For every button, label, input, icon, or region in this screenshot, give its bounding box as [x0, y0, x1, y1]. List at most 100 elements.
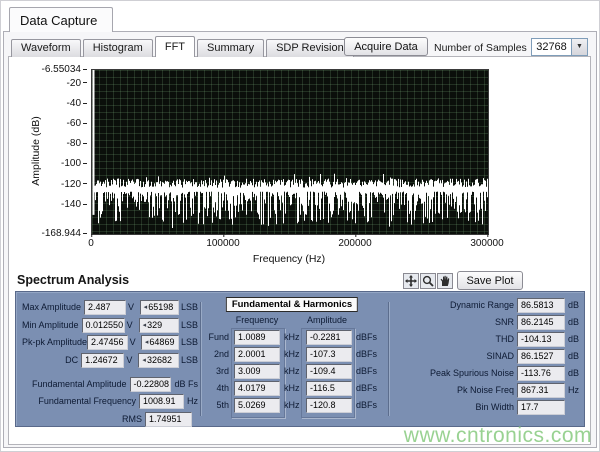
pk-noise-freq-field[interactable]: 867.31 [517, 383, 565, 398]
samples-value: 32768 [532, 39, 571, 55]
harmonic-name: 3rd [206, 364, 229, 379]
fundamental-frequency-field[interactable]: 1008.91 [139, 394, 184, 409]
h5-frequency-field[interactable]: 5.0269 [234, 398, 280, 413]
khz-unit: kHz [284, 347, 302, 362]
lsb-value: 32682 [147, 355, 172, 365]
dc-lsb-field[interactable]: ◂32682 [138, 353, 179, 368]
db-unit: dB [568, 315, 579, 330]
acquire-data-button[interactable]: Acquire Data [344, 37, 428, 56]
snr-label: SNR [394, 315, 514, 330]
pkpk-amplitude-volts-field[interactable]: 2.47456 [87, 335, 128, 350]
rms-label: RMS [22, 412, 142, 427]
tab-bar: Waveform Histogram FFT Summary SDP Revis… [11, 38, 356, 57]
harmonic-row-5th: 5th 5.0269 kHz -120.8 dBFs [206, 398, 378, 413]
min-amplitude-label: Min Amplitude [22, 318, 79, 333]
h2-frequency-field[interactable]: 2.0001 [234, 347, 280, 362]
tab-data-capture[interactable]: Data Capture [9, 7, 113, 32]
y-tick-label: -168.944 [37, 228, 87, 239]
harmonic-name: Fund [206, 330, 229, 345]
x-tick-label: 200000 [338, 238, 371, 249]
volts-unit: V [128, 300, 137, 315]
pkpk-amplitude-lsb-field[interactable]: ◂64869 [141, 335, 179, 350]
fft-plot-area[interactable] [91, 69, 489, 235]
y-tick-label: -6.55034 [37, 64, 87, 75]
dbfs-unit: dBFs [356, 381, 378, 396]
number-of-samples-dropdown[interactable]: 32768 ▼ [531, 38, 588, 56]
bin-width-row: Bin Width 17.7 [394, 400, 582, 415]
bin-width-field[interactable]: 17.7 [517, 400, 565, 415]
fundamental-frequency-row: Fundamental Frequency 1008.91 Hz [22, 394, 198, 409]
peak-spurious-noise-field[interactable]: -113.76 [517, 366, 565, 381]
sinad-row: SINAD 86.1527 dB [394, 349, 582, 364]
tab-histogram[interactable]: Histogram [83, 39, 153, 57]
harmonic-row-fund: Fund 1.0089 kHz -0.2281 dBFs [206, 330, 378, 345]
fundamental-group: Fundamental Amplitude -0.22808 dB Fs Fun… [22, 377, 198, 427]
number-of-samples-label: Number of Samples [434, 42, 527, 54]
dynamic-range-field[interactable]: 86.5813 [517, 298, 565, 313]
pan-hand-tool-icon[interactable] [437, 273, 453, 289]
h4-frequency-field[interactable]: 4.0179 [234, 381, 280, 396]
harmonic-name: 4th [206, 381, 229, 396]
dbfs-unit: dBFs [356, 398, 378, 413]
cursor-move-tool-icon[interactable] [403, 273, 419, 289]
h3-amplitude-field[interactable]: -109.4 [306, 364, 352, 379]
khz-unit: kHz [284, 330, 302, 345]
khz-unit: kHz [284, 364, 302, 379]
zoom-tool-icon[interactable] [420, 273, 436, 289]
fund-frequency-field[interactable]: 1.0089 [234, 330, 280, 345]
max-amplitude-lsb-field[interactable]: ◂65198 [140, 300, 179, 315]
tab-sdp-revision[interactable]: SDP Revision [266, 39, 354, 57]
amplitude-measurements-group: Max Amplitude 2.487 V ◂65198 LSB Min Amp… [22, 300, 198, 429]
harmonic-row-4th: 4th 4.0179 kHz -116.5 dBFs [206, 381, 378, 396]
h4-amplitude-field[interactable]: -116.5 [306, 381, 352, 396]
pk-noise-freq-label: Pk Noise Freq [394, 383, 514, 398]
peak-spurious-noise-label: Peak Spurious Noise [394, 366, 514, 381]
fft-tab-content: Amplitude (dB) -6.55034 -20 -40 -60 -80 … [8, 56, 591, 445]
volts-unit: V [126, 353, 135, 368]
dropdown-arrow-icon[interactable]: ▼ [571, 39, 587, 55]
dc-label: DC [22, 353, 78, 368]
thd-field[interactable]: -104.13 [517, 332, 565, 347]
min-amplitude-row: Min Amplitude 0.012550· V ◂329 LSB [22, 318, 198, 333]
khz-unit: kHz [284, 398, 302, 413]
dynamic-range-label: Dynamic Range [394, 298, 514, 313]
dbfs-unit: dBFs [356, 347, 378, 362]
x-tick-label: 0 [88, 238, 94, 249]
h5-amplitude-field[interactable]: -120.8 [306, 398, 352, 413]
snr-field[interactable]: 86.2145 [517, 315, 565, 330]
h3-frequency-field[interactable]: 3.009 [234, 364, 280, 379]
dbfs-unit: dBFs [356, 330, 378, 345]
thd-label: THD [394, 332, 514, 347]
db-unit: dB [568, 366, 579, 381]
tab-summary[interactable]: Summary [197, 39, 264, 57]
dc-volts-field[interactable]: 1.24672 [81, 353, 124, 368]
y-tick-label: -140 [37, 199, 87, 210]
lsb-unit: LSB [181, 353, 198, 368]
min-amplitude-volts-field[interactable]: 0.012550· [82, 318, 125, 333]
pkpk-amplitude-label: Pk-pk Amplitude [22, 335, 84, 350]
peak-spurious-noise-row: Peak Spurious Noise -113.76 dB [394, 366, 582, 381]
min-amplitude-lsb-field[interactable]: ◂329 [139, 318, 179, 333]
hz-unit: Hz [568, 383, 579, 398]
fundamental-frequency-label: Fundamental Frequency [22, 394, 136, 409]
sinad-field[interactable]: 86.1527 [517, 349, 565, 364]
tab-waveform[interactable]: Waveform [11, 39, 81, 57]
harmonic-row-3rd: 3rd 3.009 kHz -109.4 dBFs [206, 364, 378, 379]
tab-fft[interactable]: FFT [155, 36, 195, 57]
fund-amplitude-field[interactable]: -0.2281 [306, 330, 352, 345]
amplitude-column-header: Amplitude [301, 315, 353, 325]
harmonics-title: Fundamental & Harmonics [226, 297, 358, 312]
x-tick-label: 100000 [206, 238, 239, 249]
h2-amplitude-field[interactable]: -107.3 [306, 347, 352, 362]
graph-tool-palette [403, 273, 453, 289]
sinad-label: SINAD [394, 349, 514, 364]
db-unit: dB [568, 332, 579, 347]
fundamental-amplitude-field[interactable]: -0.22808 [130, 377, 172, 392]
max-amplitude-volts-field[interactable]: 2.487 [84, 300, 126, 315]
rms-field[interactable]: 1.74951 [145, 412, 192, 427]
dc-row: DC 1.24672 V ◂32682 LSB [22, 353, 198, 368]
db-unit: dB [568, 349, 579, 364]
frequency-column-header: Frequency [231, 315, 283, 325]
y-tick-label: -40 [37, 98, 87, 109]
save-plot-button[interactable]: Save Plot [457, 271, 523, 290]
